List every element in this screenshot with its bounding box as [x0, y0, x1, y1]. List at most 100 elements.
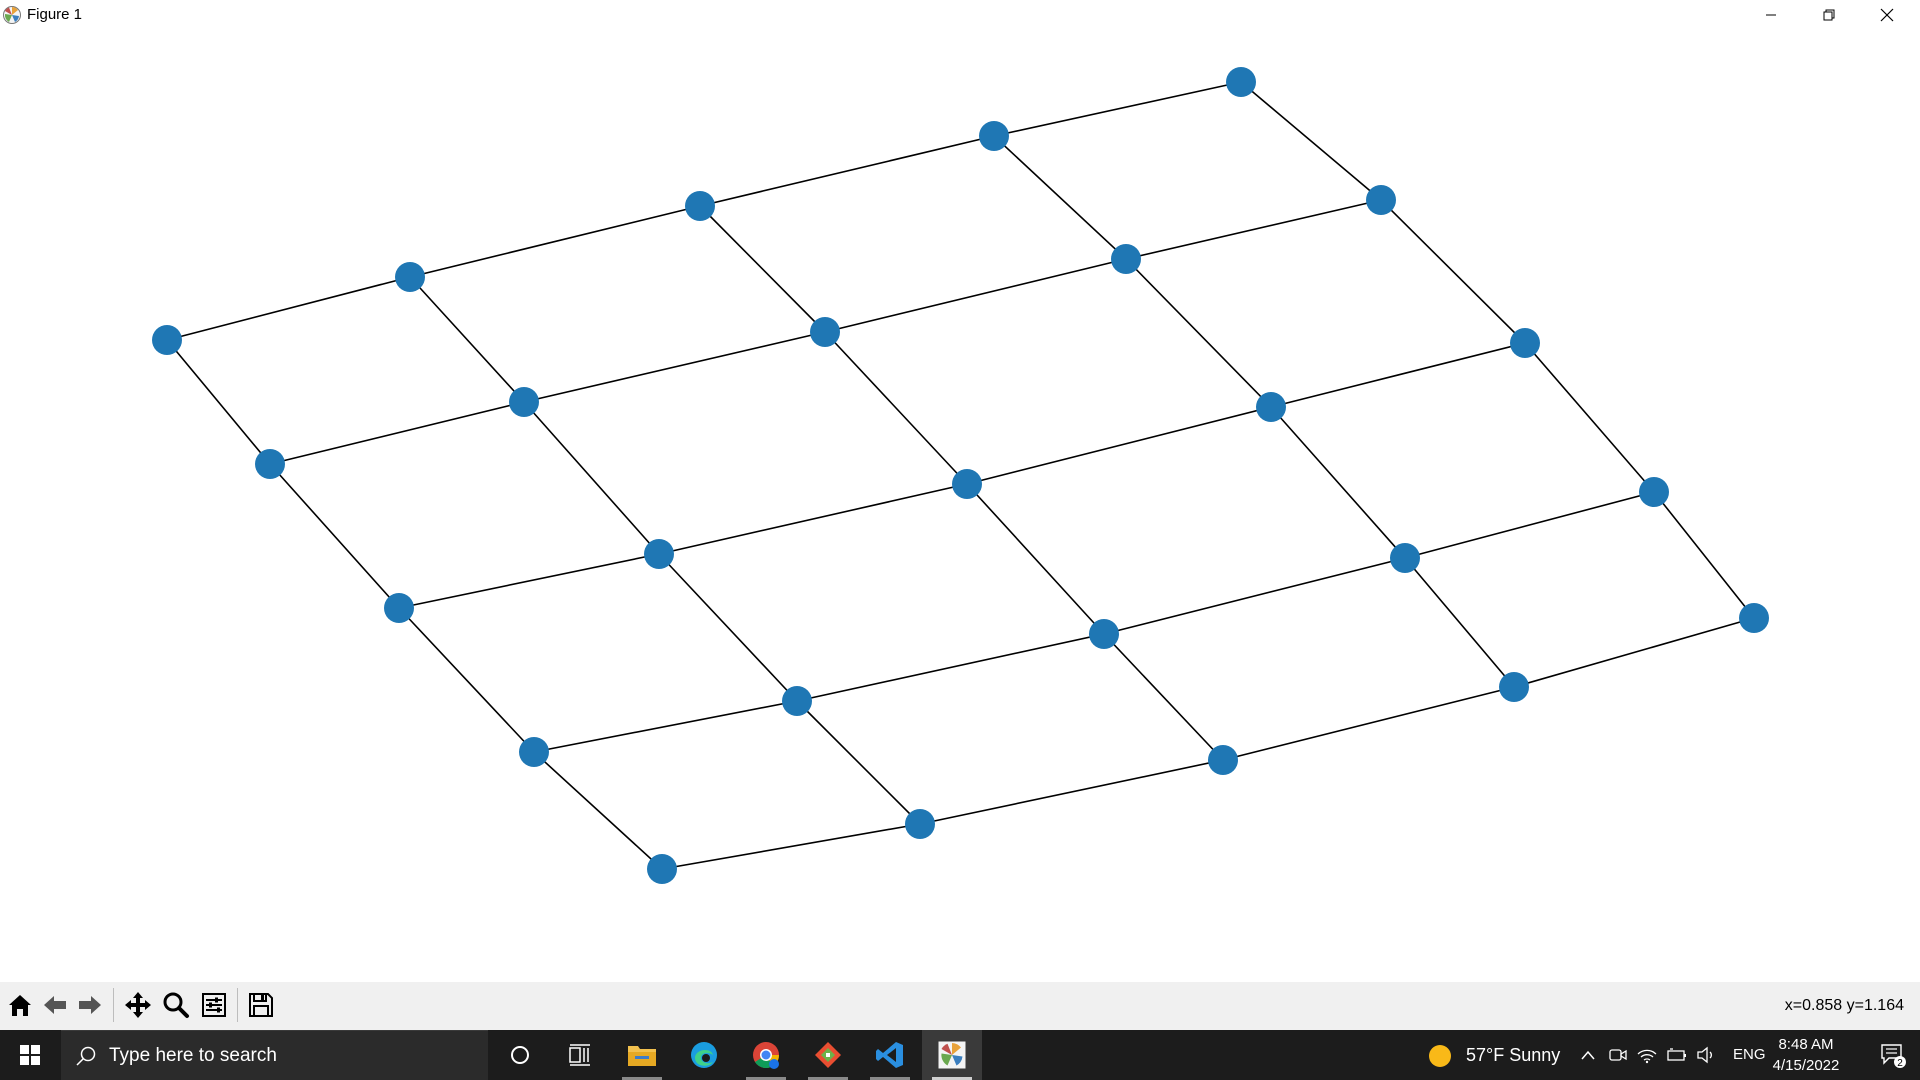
home-icon: [9, 995, 31, 1016]
forward-icon: [79, 996, 101, 1014]
weather-widget[interactable]: 57°F Sunny: [1466, 1044, 1560, 1066]
task-view-button[interactable]: [550, 1030, 610, 1080]
action-center-button[interactable]: 2: [1866, 1030, 1920, 1080]
pan-button[interactable]: [121, 986, 155, 1024]
back-button[interactable]: [38, 986, 72, 1024]
graph-edge-3-0-to-4-0: [533, 751, 663, 870]
navigation-toolbar: x=0.858 y=1.164: [0, 982, 1920, 1030]
cortana-button[interactable]: [490, 1030, 550, 1080]
zoom-button[interactable]: [159, 986, 193, 1024]
graph-node-4-4: [1739, 603, 1769, 633]
graph-edge-2-1-to-2-2: [658, 483, 968, 555]
graph-node-1-2: [810, 317, 840, 347]
graph-edge-3-3-to-3-4: [1404, 491, 1655, 559]
taskbar-clock[interactable]: 8:48 AM 4/15/2022: [1768, 1034, 1844, 1076]
task-view-icon: [569, 1044, 590, 1066]
graph-edge-1-3-to-1-4: [1125, 199, 1382, 260]
forward-button[interactable]: [73, 986, 107, 1024]
graph-node-3-1: [782, 686, 812, 716]
matplotlib-figure-taskbar-button[interactable]: [922, 1030, 982, 1080]
save-icon: [249, 993, 273, 1017]
graph-edge-3-0-to-3-1: [533, 700, 798, 753]
home-button[interactable]: [3, 986, 37, 1024]
configure-subplots-icon: [202, 993, 226, 1017]
edge-taskbar-button[interactable]: [674, 1030, 734, 1080]
cortana-icon: [511, 1046, 529, 1064]
sunny-weather-icon: [1429, 1045, 1451, 1067]
clock-time: 8:48 AM: [1778, 1036, 1834, 1053]
graph-node-0-3: [979, 121, 1009, 151]
graph-node-0-4: [1226, 67, 1256, 97]
figure-canvas[interactable]: [0, 30, 1920, 982]
graph-edge-2-0-to-2-1: [398, 553, 660, 609]
search-icon: [76, 1046, 96, 1066]
graph-edge-3-2-to-3-3: [1103, 557, 1406, 635]
graph-edge-1-4-to-2-4: [1380, 199, 1526, 344]
graph-edge-4-0-to-4-1: [661, 823, 921, 870]
graph-node-4-3: [1499, 672, 1529, 702]
graph-edge-2-0-to-3-0: [398, 607, 535, 753]
graph-edge-3-2-to-4-2: [1103, 633, 1224, 761]
vscode-taskbar-button[interactable]: [860, 1030, 920, 1080]
graph-plot[interactable]: [0, 30, 1920, 982]
graph-edge-2-4-to-3-4: [1524, 342, 1655, 493]
volume-icon[interactable]: [1696, 1046, 1716, 1064]
graph-edge-0-2-to-1-2: [699, 205, 826, 333]
restore-button[interactable]: [1800, 0, 1858, 30]
taskbar: Type here to search 57°F Sunny ENG 8:48 …: [0, 1030, 1920, 1080]
graph-edge-1-2-to-2-2: [824, 331, 968, 485]
graph-node-1-1: [509, 387, 539, 417]
graph-edge-2-3-to-3-3: [1270, 406, 1406, 559]
graph-node-2-0: [384, 593, 414, 623]
graph-edge-0-3-to-0-4: [993, 81, 1242, 137]
graph-node-4-1: [905, 809, 935, 839]
graph-edge-0-1-to-1-1: [409, 276, 525, 403]
pan-icon: [125, 992, 151, 1018]
wifi-icon[interactable]: [1636, 1046, 1658, 1064]
clock-date: 4/15/2022: [1772, 1057, 1840, 1074]
toolbar-separator: [113, 988, 114, 1022]
cursor-coordinates: x=0.858 y=1.164: [1784, 997, 1904, 1014]
battery-icon[interactable]: [1666, 1047, 1688, 1063]
show-hidden-icons-chevron-up-icon[interactable]: [1580, 1048, 1596, 1062]
toolbar-separator: [237, 988, 238, 1022]
graph-edge-0-2-to-0-3: [699, 135, 995, 207]
graph-edge-1-0-to-1-1: [269, 401, 525, 465]
minimize-icon: [1766, 14, 1776, 16]
git-gui-taskbar-button[interactable]: [798, 1030, 858, 1080]
graph-edge-4-3-to-4-4: [1513, 617, 1755, 688]
graph-edge-0-0-to-0-1: [166, 276, 411, 341]
graph-edge-2-3-to-2-4: [1270, 342, 1526, 408]
graph-node-3-3: [1390, 543, 1420, 573]
graph-node-1-4: [1366, 185, 1396, 215]
input-language-indicator[interactable]: ENG: [1733, 1046, 1766, 1063]
matplotlib-app-icon: [3, 6, 21, 24]
taskbar-search-box[interactable]: Type here to search: [61, 1030, 488, 1080]
graph-edge-4-1-to-4-2: [919, 759, 1224, 825]
graph-edge-2-2-to-2-3: [966, 406, 1272, 485]
restore-icon: [1823, 9, 1835, 21]
meet-now-icon[interactable]: [1608, 1046, 1628, 1064]
minimize-button[interactable]: [1742, 0, 1800, 30]
graph-edge-0-1-to-0-2: [409, 205, 701, 278]
edge-browser-icon: [691, 1042, 717, 1068]
chrome-taskbar-button[interactable]: [736, 1030, 796, 1080]
chrome-browser-icon: [753, 1042, 780, 1069]
graph-edge-3-1-to-4-1: [796, 700, 921, 825]
file-explorer-taskbar-button[interactable]: [612, 1030, 672, 1080]
save-button[interactable]: [244, 986, 278, 1024]
title-bar: Figure 1: [0, 0, 1920, 30]
graph-edge-3-4-to-4-4: [1653, 491, 1755, 619]
configure-subplots-button[interactable]: [197, 986, 231, 1024]
back-icon: [44, 996, 66, 1014]
graph-node-1-0: [255, 449, 285, 479]
start-button[interactable]: [0, 1030, 60, 1080]
graph-edge-2-1-to-3-1: [658, 553, 798, 702]
close-button[interactable]: [1858, 0, 1916, 30]
graph-node-0-2: [685, 191, 715, 221]
graph-edge-1-0-to-2-0: [269, 463, 400, 609]
graph-edge-3-3-to-4-3: [1404, 557, 1515, 688]
graph-edge-0-3-to-1-3: [993, 135, 1127, 260]
zoom-icon: [163, 992, 189, 1018]
windows-logo-icon: [20, 1045, 40, 1065]
